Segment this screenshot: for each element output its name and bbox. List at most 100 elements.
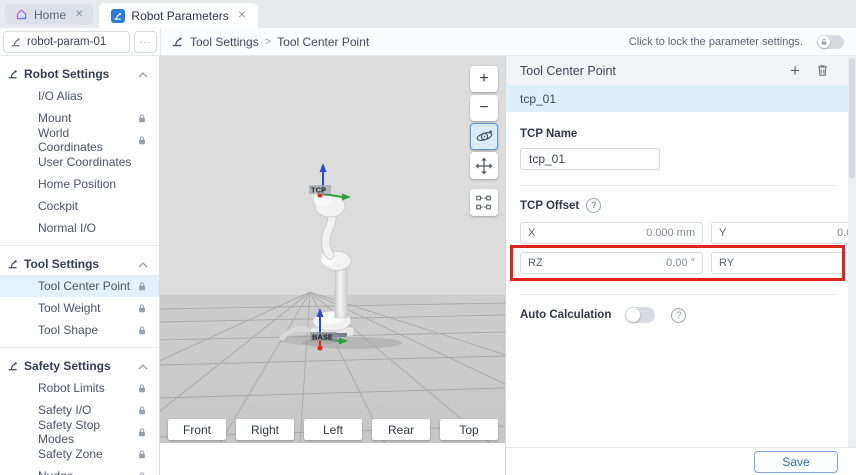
sidebar-item-safety-zone[interactable]: Safety Zone: [0, 443, 159, 465]
chevron-up-icon[interactable]: [138, 67, 148, 81]
item-label: Safety Zone: [38, 447, 103, 461]
panel-header: Tool Center Point +: [506, 56, 856, 85]
robot-arm: [310, 188, 354, 337]
orbit-mode-button[interactable]: [470, 123, 498, 150]
item-label: Normal I/O: [38, 221, 96, 235]
orbit-icon: [475, 127, 494, 146]
help-icon[interactable]: ?: [586, 198, 601, 213]
close-icon[interactable]: ✕: [238, 10, 246, 21]
pan-mode-button[interactable]: [470, 152, 498, 179]
chevron-up-icon[interactable]: [138, 257, 148, 271]
lock-icon: [137, 449, 147, 460]
robot-3d-scene: TCP BASE: [160, 56, 505, 443]
sidebar-section-safety-settings[interactable]: Safety Settings: [0, 354, 159, 377]
measure-icon: [475, 194, 493, 212]
view-rear-button[interactable]: Rear: [372, 419, 430, 440]
auto-calculation-label: Auto Calculation: [520, 309, 611, 321]
tcp-name-input[interactable]: [520, 148, 660, 170]
auto-calculation-toggle[interactable]: [625, 307, 655, 323]
item-label: Safety Stop Modes: [38, 418, 137, 446]
robot-arm-icon: [7, 360, 19, 372]
offset-rz-input[interactable]: [546, 257, 702, 269]
tcp-list-item[interactable]: tcp_01: [506, 85, 856, 112]
tcp-item-label: tcp_01: [520, 92, 556, 106]
delete-tcp-button[interactable]: [815, 63, 830, 78]
tcp-offset-label: TCP Offset ?: [520, 198, 838, 213]
3d-viewport[interactable]: TCP BASE + −: [160, 56, 505, 443]
axis-label: RY: [712, 257, 737, 269]
sidebar-item-home-position[interactable]: Home Position: [0, 173, 159, 195]
tcp-settings-panel: Tool Center Point + tcp_01 TCP Name TCP …: [505, 56, 856, 475]
sidebar-item-io-alias[interactable]: I/O Alias: [0, 85, 159, 107]
offset-ry-input[interactable]: [737, 257, 856, 269]
measure-mode-button[interactable]: [470, 189, 498, 216]
lock-icon: [818, 36, 830, 48]
item-label: Robot Limits: [38, 381, 105, 395]
lock-icon: [137, 427, 147, 438]
offset-y-input[interactable]: [737, 227, 856, 239]
sidebar-item-normal-io[interactable]: Normal I/O: [0, 217, 159, 239]
item-label: Tool Center Point: [38, 279, 130, 293]
item-label: Cockpit: [38, 199, 78, 213]
tab-bar: Home ✕ Robot Parameters ✕: [0, 0, 856, 28]
view-front-button[interactable]: Front: [168, 419, 226, 440]
tab-label: Home: [34, 8, 66, 22]
sidebar-item-tool-center-point[interactable]: Tool Center Point: [0, 275, 159, 297]
breadcrumb-current: Tool Center Point: [277, 35, 369, 49]
zoom-in-button[interactable]: +: [470, 66, 498, 92]
add-tcp-button[interactable]: +: [790, 62, 800, 79]
item-label: Safety I/O: [38, 403, 91, 417]
sidebar-item-nudge[interactable]: Nudge: [0, 465, 159, 475]
view-left-button[interactable]: Left: [304, 419, 362, 440]
tab-robot-parameters[interactable]: Robot Parameters ✕: [99, 3, 258, 28]
scrollbar-thumb[interactable]: [849, 58, 855, 178]
item-label: User Coordinates: [38, 155, 131, 169]
sidebar-section-tool-settings[interactable]: Tool Settings: [0, 252, 159, 275]
close-icon[interactable]: ✕: [75, 9, 83, 20]
home-icon: [15, 8, 28, 21]
help-icon[interactable]: ?: [671, 308, 686, 323]
more-button[interactable]: ···: [134, 31, 157, 53]
panel-title: Tool Center Point: [520, 64, 616, 78]
chevron-up-icon[interactable]: [138, 359, 148, 373]
offset-x-input[interactable]: [546, 227, 702, 239]
section-title: Safety Settings: [24, 359, 111, 373]
panel-body: TCP Name TCP Offset ? X Y Z RZ: [506, 112, 856, 323]
breadcrumb-separator: >: [265, 36, 271, 48]
sidebar-item-robot-limits[interactable]: Robot Limits: [0, 377, 159, 399]
lock-icon: [137, 405, 147, 416]
view-right-button[interactable]: Right: [236, 419, 294, 440]
lock-icon: [137, 383, 147, 394]
breadcrumb-parent[interactable]: Tool Settings: [190, 35, 259, 49]
robot-icon: [111, 9, 125, 23]
parameter-lock-toggle[interactable]: [817, 35, 844, 49]
sidebar-item-cockpit[interactable]: Cockpit: [0, 195, 159, 217]
sidebar-section-robot-settings[interactable]: Robot Settings: [0, 62, 159, 85]
tcp-label: TCP: [311, 186, 326, 195]
divider: [0, 245, 159, 246]
zoom-out-button[interactable]: −: [470, 95, 498, 121]
item-label: Nudge: [38, 469, 73, 475]
sidebar-item-tool-weight[interactable]: Tool Weight: [0, 297, 159, 319]
lock-icon: [137, 325, 147, 336]
parameter-select[interactable]: robot-param-01: [3, 31, 130, 53]
sidebar-item-user-coordinates[interactable]: User Coordinates: [0, 151, 159, 173]
robot-arm-icon: [7, 258, 19, 270]
auto-calculation-row: Auto Calculation ?: [520, 307, 838, 323]
divider: [0, 347, 159, 348]
panel-scrollbar[interactable]: [848, 56, 856, 447]
section-title: Tool Settings: [24, 257, 99, 271]
section-title: Robot Settings: [24, 67, 109, 81]
robot-arm-icon: [10, 36, 22, 48]
save-button[interactable]: Save: [754, 451, 838, 473]
view-preset-buttons: Front Right Left Rear Top: [168, 419, 498, 440]
tab-home[interactable]: Home ✕: [5, 4, 93, 25]
robot-arm-icon: [171, 35, 184, 48]
sidebar-item-world-coordinates[interactable]: World Coordinates: [0, 129, 159, 151]
lock-icon: [137, 303, 147, 314]
panel-footer: Save: [506, 447, 856, 475]
view-top-button[interactable]: Top: [440, 419, 498, 440]
lock-icon: [137, 113, 147, 124]
sidebar-item-tool-shape[interactable]: Tool Shape: [0, 319, 159, 341]
sidebar-item-safety-stop-modes[interactable]: Safety Stop Modes: [0, 421, 159, 443]
